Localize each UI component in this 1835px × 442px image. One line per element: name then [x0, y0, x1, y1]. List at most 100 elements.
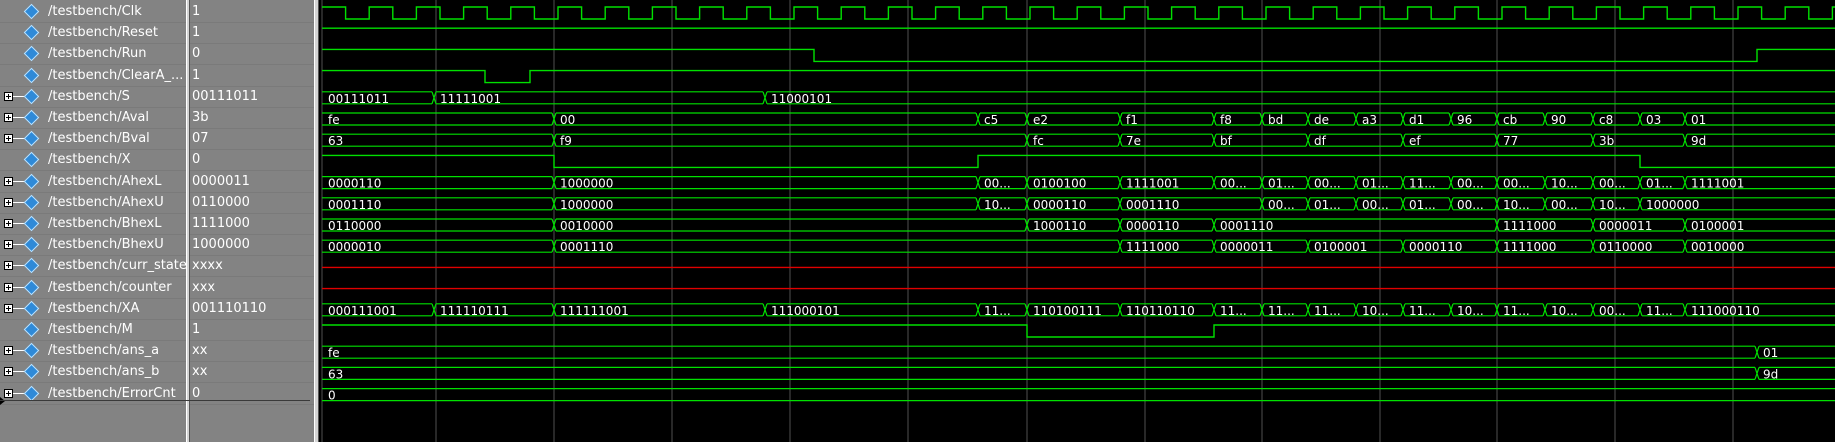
signal-name: /testbench/curr_state — [48, 258, 187, 274]
expand-icon[interactable] — [4, 134, 13, 144]
value-row[interactable]: 0 — [190, 384, 314, 405]
bus-value-label: 00... — [1551, 198, 1578, 212]
bus-value-label: 00... — [1268, 198, 1295, 212]
signal-row[interactable]: /testbench/AhexU — [0, 193, 186, 214]
signal-name: /testbench/XA — [48, 300, 140, 316]
signal-row[interactable]: /testbench/ans_a — [0, 341, 186, 363]
value-row[interactable]: 00111011 — [190, 87, 314, 108]
bus-value-label: 01 — [1763, 346, 1778, 360]
signal-row[interactable]: /testbench/X — [0, 150, 186, 172]
bus-value-label: 01... — [1362, 177, 1389, 191]
signal-value: xx — [192, 364, 208, 380]
signal-diamond-icon — [23, 215, 40, 232]
bus-value-label: 11... — [1220, 304, 1247, 318]
expand-icon[interactable] — [4, 219, 13, 228]
value-row[interactable]: 1 — [190, 23, 314, 45]
expand-icon[interactable] — [4, 303, 13, 313]
value-row[interactable]: 1 — [190, 2, 314, 23]
signal-row[interactable]: /testbench/S — [0, 87, 186, 108]
signal-row[interactable]: /testbench/Bval — [0, 129, 186, 151]
bus-value-label: 11... — [1503, 304, 1530, 318]
expand-icon[interactable] — [4, 346, 13, 356]
signal-name: /testbench/M — [48, 322, 133, 337]
signal-diamond-icon — [23, 279, 40, 295]
signal-diamond-icon — [23, 67, 40, 83]
signal-row[interactable]: /testbench/Clk — [0, 2, 186, 23]
bus-segment — [322, 345, 1758, 359]
bus-value-label: 1111000 — [1503, 219, 1556, 233]
value-row[interactable]: 0110000 — [190, 193, 314, 214]
bus-value-label: 9d — [1691, 134, 1706, 148]
signal-row[interactable]: /testbench/ClearA_... — [0, 66, 186, 87]
value-row[interactable]: 0 — [190, 44, 314, 66]
value-row[interactable]: 0 — [190, 150, 314, 172]
bus-value-label: 0010000 — [560, 219, 613, 233]
bus-value-label: 11... — [1409, 177, 1436, 191]
waveform-canvas[interactable]: 00111011 11111001 11000101 fe 00 c5 e2 f1 f8 bd de… — [319, 0, 1835, 442]
signal-row[interactable]: /testbench/Run — [0, 44, 186, 66]
expand-icon[interactable] — [4, 240, 13, 250]
row-divider — [0, 403, 186, 405]
signal-diamond-icon — [23, 300, 40, 317]
signal-name: /testbench/ErrorCnt — [48, 385, 176, 401]
bus-value-label: 11... — [1268, 304, 1295, 318]
bus-value-label: de — [1314, 113, 1329, 127]
bus-value-label: 111111001 — [560, 304, 629, 318]
signal-diamond-icon — [23, 109, 40, 126]
signal-values-pane: 1 1 0 1 00111011 3b 07 0 0000011 0110000 1111000 10… — [190, 0, 314, 442]
bus-value-label: cb — [1503, 113, 1517, 127]
signal-row[interactable]: /testbench/Reset — [0, 23, 186, 45]
value-row[interactable]: 001110110 — [190, 299, 314, 320]
expand-icon[interactable] — [4, 197, 13, 207]
value-row[interactable]: 0000011 — [190, 172, 314, 193]
value-row[interactable]: xx — [190, 341, 314, 363]
value-row[interactable]: 1000000 — [190, 235, 314, 257]
bus-value-label: 00... — [984, 177, 1011, 191]
signal-name: /testbench/counter — [48, 279, 172, 295]
signal-diamond-icon — [23, 152, 40, 168]
signal-row[interactable]: /testbench/curr_state — [0, 256, 187, 278]
value-row[interactable]: xx — [190, 362, 314, 384]
signal-row[interactable]: /testbench/ErrorCnt — [0, 384, 186, 405]
signal-row[interactable]: /testbench/counter — [0, 278, 186, 299]
value-row[interactable]: 3b — [190, 108, 314, 129]
cursor-marker-icon[interactable] — [0, 397, 5, 405]
waveform-pane[interactable]: 00111011 11111001 11000101 fe 00 c5 e2 f1 f8 bd de… — [319, 0, 1835, 442]
value-row[interactable]: 07 — [190, 129, 314, 151]
value-row[interactable]: xxxx — [190, 256, 314, 278]
bus-segment — [553, 239, 1121, 253]
expand-icon[interactable] — [4, 113, 13, 122]
signal-row[interactable]: /testbench/BhexL — [0, 214, 186, 235]
signal-row[interactable]: /testbench/BhexU — [0, 235, 186, 257]
value-row[interactable]: xxx — [190, 278, 314, 299]
signal-name: /testbench/AhexL — [48, 173, 162, 189]
expand-icon[interactable] — [4, 388, 13, 398]
bus-value-label: ef — [1409, 134, 1421, 148]
bus-value-label: f1 — [1126, 113, 1138, 127]
bus-value-label: 1111000 — [1126, 240, 1179, 254]
value-row[interactable]: 1111000 — [190, 214, 314, 235]
bus-segment — [322, 112, 555, 126]
bus-value-label: 01... — [1409, 198, 1436, 212]
bus-value-label: 00111011 — [328, 92, 389, 106]
expand-icon[interactable] — [4, 176, 13, 186]
expand-icon[interactable] — [4, 91, 13, 101]
value-row[interactable]: 1 — [190, 66, 314, 87]
expand-icon[interactable] — [4, 261, 13, 271]
signal-value: 1111000 — [192, 216, 250, 231]
signal-row[interactable]: /testbench/M — [0, 320, 186, 341]
bus-value-label: 01 — [1691, 113, 1706, 127]
signal-diamond-icon — [23, 258, 40, 274]
signal-diamond-icon — [23, 130, 40, 147]
bus-value-label: 1111001 — [1126, 177, 1179, 191]
value-row[interactable]: 1 — [190, 320, 314, 341]
bus-value-label: 00... — [1362, 198, 1389, 212]
signal-value: 001110110 — [192, 300, 267, 316]
expand-icon[interactable] — [4, 282, 13, 292]
signal-row[interactable]: /testbench/ans_b — [0, 362, 186, 384]
signal-row[interactable]: /testbench/Aval — [0, 108, 186, 129]
signal-row[interactable]: /testbench/XA — [0, 299, 186, 320]
bus-value-label: 10... — [1551, 177, 1578, 191]
expand-icon[interactable] — [4, 367, 13, 377]
signal-row[interactable]: /testbench/AhexL — [0, 172, 186, 193]
